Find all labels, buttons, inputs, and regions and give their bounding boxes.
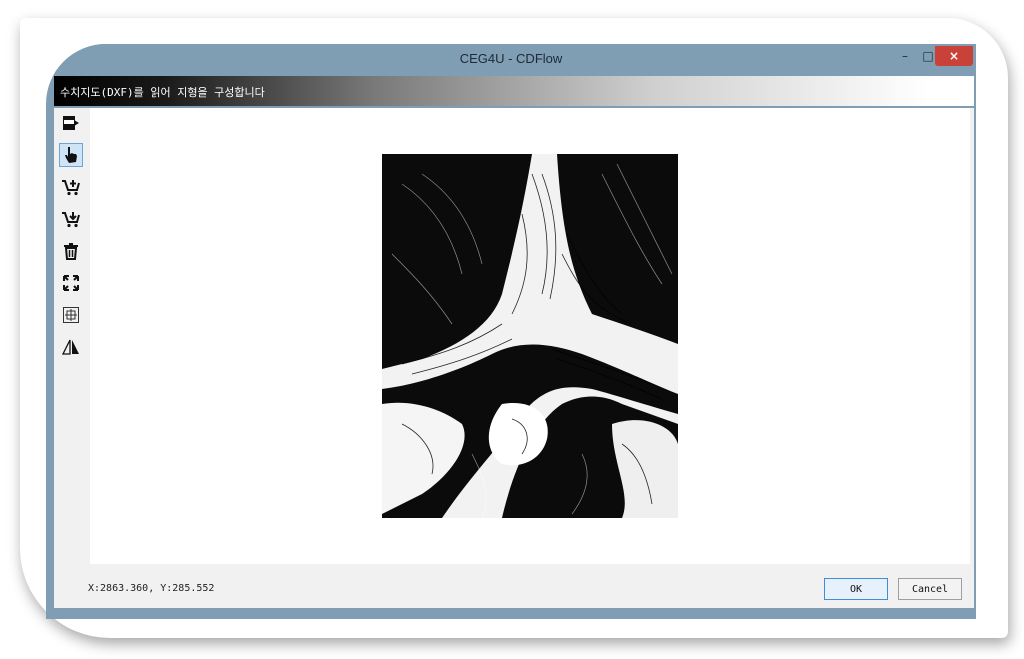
- trash-icon[interactable]: [60, 240, 82, 262]
- cancel-button[interactable]: Cancel: [898, 578, 962, 600]
- zoom-extent-icon[interactable]: [60, 272, 82, 294]
- mirror-icon[interactable]: [60, 336, 82, 358]
- status-bar: X:2863.360, Y:285.552 OK Cancel: [54, 568, 974, 608]
- vertical-toolbar: [54, 108, 90, 568]
- cursor-coordinates: X:2863.360, Y:285.552: [88, 583, 215, 594]
- banner-text: 수치지도(DXF)를 읽어 지형을 구성합니다: [60, 86, 265, 99]
- expand-arrows-glyph: [63, 275, 79, 291]
- hand-pan-icon[interactable]: [59, 143, 83, 167]
- contour-map[interactable]: [382, 154, 678, 518]
- ok-button[interactable]: OK: [824, 578, 888, 600]
- cart-remove-icon[interactable]: [60, 208, 82, 230]
- client-area: X:2863.360, Y:285.552 OK Cancel: [54, 108, 974, 608]
- map-canvas[interactable]: [90, 108, 970, 564]
- dxf-open-icon[interactable]: [60, 112, 82, 134]
- close-button[interactable]: ×: [935, 46, 973, 66]
- title-bar[interactable]: CEG4U - CDFlow – □ ×: [46, 44, 976, 74]
- mirror-glyph: [61, 339, 79, 355]
- app-window: CEG4U - CDFlow – □ × 수치지도(DXF)를 읽어 지형을 구…: [46, 44, 976, 619]
- grid-glyph: [63, 307, 79, 323]
- grid-icon[interactable]: [60, 304, 82, 326]
- hand-glyph: [65, 147, 77, 163]
- cart-add-glyph: [62, 180, 80, 196]
- description-banner: 수치지도(DXF)를 읽어 지형을 구성합니다: [54, 76, 974, 106]
- contour-lines: [382, 154, 678, 518]
- trash-glyph: [64, 243, 78, 260]
- cart-add-icon[interactable]: [60, 176, 82, 198]
- dxf-file-glyph: [63, 116, 79, 130]
- window-title: CEG4U - CDFlow: [459, 51, 563, 66]
- minimize-button[interactable]: –: [894, 46, 916, 66]
- cart-down-glyph: [62, 212, 80, 228]
